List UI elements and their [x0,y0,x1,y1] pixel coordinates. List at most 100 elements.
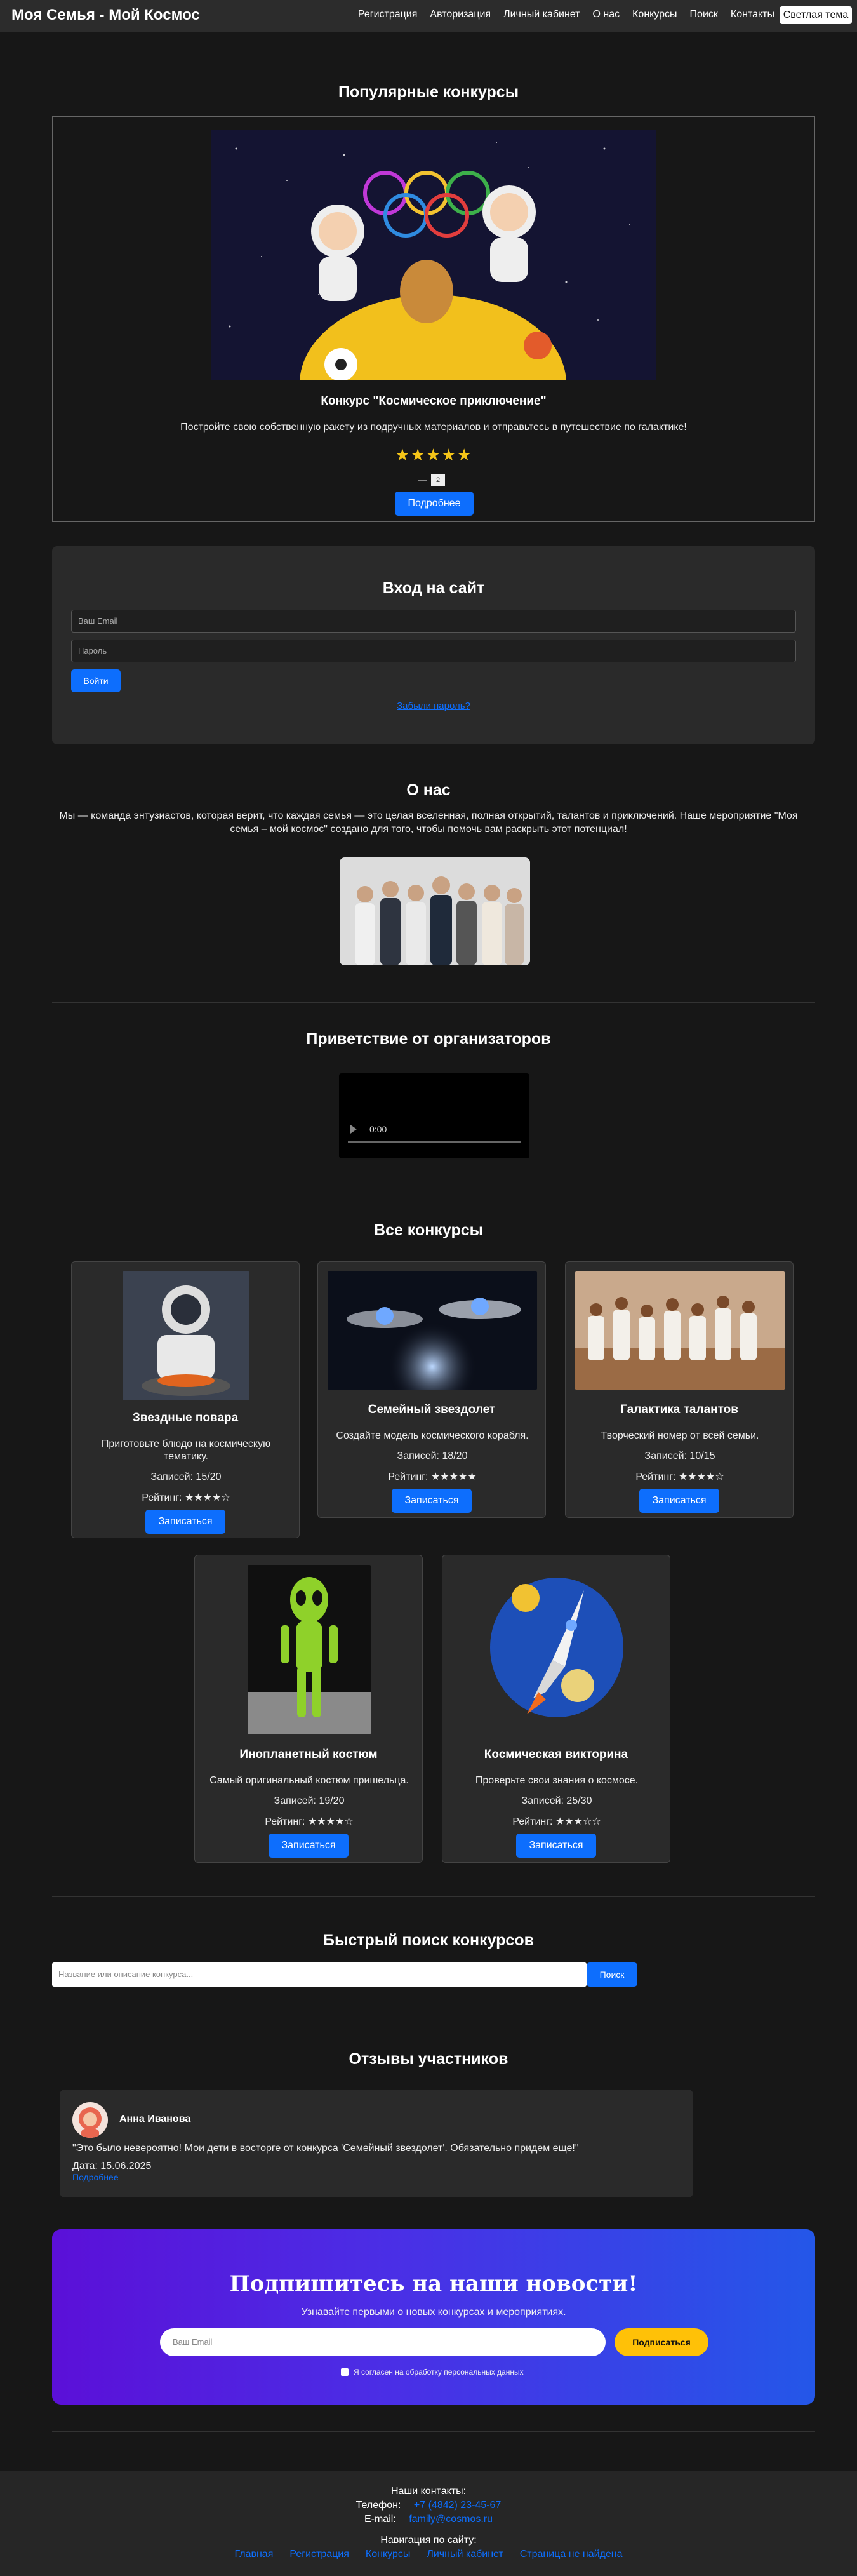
contest-image-space-quiz [482,1565,631,1734]
email-label: E-mail: [364,2514,396,2525]
contest-rating: Рейтинг: ★★★★☆ [635,1472,724,1482]
contest-description: Самый оригинальный костюм пришельца. [209,1775,409,1786]
contest-name: Галактика талантов [620,1403,738,1416]
carousel-indicator[interactable] [418,479,427,481]
subscribe-text: Узнавайте первыми о новых конкурсах и ме… [301,2307,566,2318]
signup-button[interactable]: Записаться [145,1510,225,1534]
contest-description: Творческий номер от всей семьи. [601,1430,759,1441]
contest-card: Галактика талантов Творческий номер от в… [565,1261,794,1518]
phone-label: Телефон: [355,2500,401,2511]
video-time: 0:00 [369,1124,387,1134]
contest-description: Проверьте свои знания о космосе. [475,1775,639,1786]
nav-register[interactable]: Регистрация [358,9,418,20]
contest-image-alien-costume [248,1565,371,1734]
email-link[interactable]: family@cosmos.ru [409,2514,493,2525]
contest-name: Звездные повара [132,1411,239,1425]
signup-button[interactable]: Записаться [639,1489,719,1513]
consent-checkbox[interactable] [341,2368,349,2376]
search-title: Быстрый поиск конкурсов [323,1931,534,1949]
signup-button[interactable]: Записаться [516,1834,596,1858]
contest-count: Записей: 25/30 [521,1795,592,1806]
site-header: Моя Семья - Мой Космос Регистрация Автор… [0,0,857,32]
footer-nav-home[interactable]: Главная [234,2549,273,2560]
consent-checkbox-row: Я согласен на обработку персональных дан… [341,2368,524,2377]
contests-title: Все конкурсы [374,1221,483,1239]
nav-login[interactable]: Авторизация [430,9,491,20]
footer-nav-not-found[interactable]: Страница не найдена [520,2549,623,2560]
email-input[interactable]: Ваш Email [71,610,796,633]
popular-contest-description: Постройте свою собственную ракету из под… [180,422,687,433]
contest-card: Семейный звездолет Создайте модель косми… [317,1261,546,1518]
contest-count: Записей: 15/20 [150,1472,222,1482]
subscribe-button[interactable]: Подписаться [615,2328,708,2356]
contest-description: Приготовьте блюдо на космическую тематик… [101,1439,271,1462]
reviews-title: Отзывы участников [349,2050,508,2068]
footer-nav-register[interactable]: Регистрация [289,2549,349,2560]
review-card: Анна Иванова "Это было невероятно! Мои д… [60,2090,693,2197]
site-logo[interactable]: Моя Семья - Мой Космос [11,6,200,24]
contest-count: Записей: 19/20 [274,1795,345,1806]
contest-card: Инопланетный костюм Самый оригинальный к… [194,1555,423,1863]
contest-name: Инопланетный костюм [239,1748,378,1761]
subscribe-title: Подпишитесь на наши новости! [229,2271,638,2297]
greeting-video-player[interactable]: 0:00 [339,1073,529,1158]
main-nav: Регистрация Авторизация Личный кабинет О… [358,9,774,20]
play-icon[interactable] [350,1125,357,1134]
popular-contest-name: Конкурс "Космическое приключение" [321,394,547,408]
site-footer: Наши контакты: Телефон: +7 (4842) 23-45-… [0,2471,857,2576]
login-title: Вход на сайт [382,579,485,597]
email-row: E-mail: family@cosmos.ru [0,2514,857,2525]
greeting-title: Приветствие от организаторов [306,1030,551,1048]
signup-button[interactable]: Записаться [269,1834,349,1858]
nav-account[interactable]: Личный кабинет [503,9,580,20]
popular-rating-stars: ★★★★★ [395,445,472,464]
contest-rating: Рейтинг: ★★★★☆ [265,1816,354,1827]
contest-rating: Рейтинг: ★★★★☆ [142,1493,230,1503]
nav-contacts[interactable]: Контакты [731,9,774,20]
footer-nav-contests[interactable]: Конкурсы [366,2549,410,2560]
contest-description: Создайте модель космического корабля. [336,1430,529,1441]
contest-card: Космическая викторина Проверьте свои зна… [442,1555,670,1863]
login-section: Вход на сайт Ваш Email Пароль Войти Забы… [52,546,815,744]
divider [52,1896,815,1897]
avatar [72,2102,108,2138]
contacts-title: Наши контакты: [390,2486,467,2497]
contest-name: Семейный звездолет [368,1403,496,1416]
reviewer-name: Анна Иванова [119,2114,191,2124]
popular-title: Популярные конкурсы [338,83,519,101]
login-button[interactable]: Войти [71,669,121,692]
footer-nav: Главная Регистрация Конкурсы Личный каби… [0,2549,857,2560]
phone-row: Телефон: +7 (4842) 23-45-67 [0,2500,857,2511]
search-button[interactable]: Поиск [587,1962,637,1987]
popular-carousel: Конкурс "Космическое приключение" Постро… [52,116,815,522]
space-adventure-image [211,130,656,380]
contest-rating: Рейтинг: ★★★☆☆ [512,1816,601,1827]
search-input[interactable]: Название или описание конкурса... [52,1962,587,1987]
contest-image-talent-galaxy [575,1271,785,1390]
review-more-link[interactable]: Подробнее [72,2172,119,2182]
footer-nav-title: Навигация по сайту: [380,2535,477,2546]
subscribe-section: Подпишитесь на наши новости! Узнавайте п… [52,2229,815,2405]
contest-card: Звездные повара Приготовьте блюдо на кос… [71,1261,300,1538]
nav-search[interactable]: Поиск [690,9,718,20]
signup-button[interactable]: Записаться [392,1489,472,1513]
contest-image-family-starship [328,1271,537,1390]
nav-contests[interactable]: Конкурсы [632,9,677,20]
review-date: Дата: 15.06.2025 [72,2161,152,2171]
video-progress-bar[interactable] [348,1141,521,1143]
review-text: "Это было невероятно! Мои дети в восторг… [72,2143,579,2154]
carousel-indicator-active[interactable]: 2 [431,474,445,486]
nav-about[interactable]: О нас [592,9,620,20]
contest-count: Записей: 10/15 [644,1451,715,1461]
about-title: О нас [406,781,451,799]
contest-name: Космическая викторина [484,1748,628,1761]
contest-rating: Рейтинг: ★★★★★ [388,1472,477,1482]
subscribe-email-input[interactable]: Ваш Email [160,2328,606,2356]
consent-label: Я согласен на обработку персональных дан… [354,2368,524,2377]
theme-toggle-button[interactable]: Светлая тема [780,6,852,24]
footer-nav-account[interactable]: Личный кабинет [427,2549,503,2560]
more-button[interactable]: Подробнее [395,492,474,516]
password-input[interactable]: Пароль [71,640,796,662]
forgot-password-link[interactable]: Забыли пароль? [52,701,815,711]
phone-link[interactable]: +7 (4842) 23-45-67 [414,2500,501,2511]
